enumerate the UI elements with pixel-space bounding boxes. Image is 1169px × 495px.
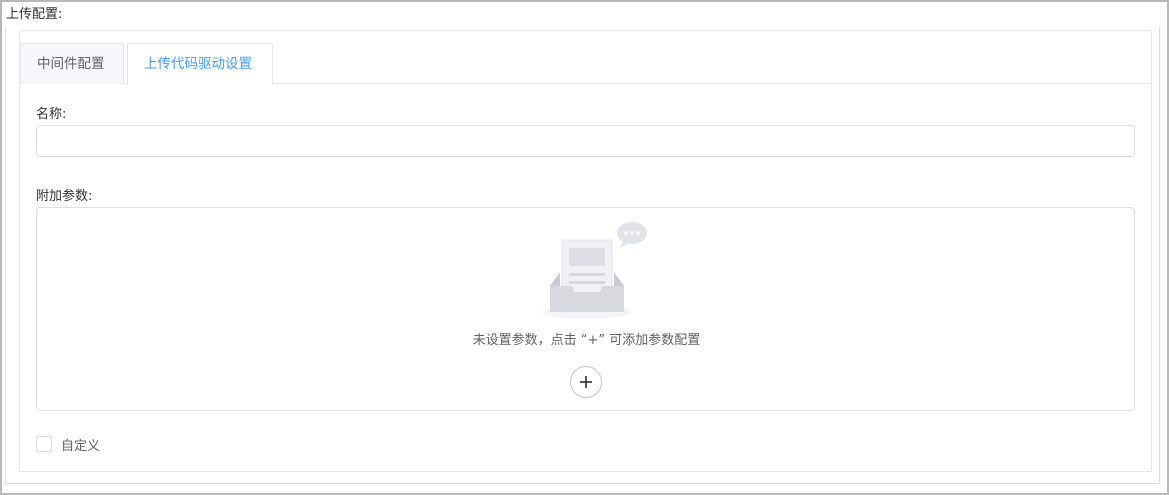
plus-icon	[580, 376, 592, 388]
params-empty-box: 未设置参数，点击 “+” 可添加参数配置	[36, 207, 1135, 411]
section-title: 上传配置:	[6, 7, 63, 22]
custom-checkbox-label[interactable]: 自定义	[61, 435, 100, 454]
tab-upload-driver-settings[interactable]: 上传代码驱动设置	[127, 43, 273, 85]
empty-message: 未设置参数，点击 “+” 可添加参数配置	[472, 333, 701, 348]
config-panel: 中间件配置 上传代码驱动设置 名称: 附加参数: 未设置参数，点击 “+” 可添…	[19, 30, 1152, 472]
custom-checkbox[interactable]	[36, 436, 52, 452]
tab-middleware-config[interactable]: 中间件配置	[20, 43, 124, 84]
params-label: 附加参数:	[36, 189, 93, 204]
custom-checkbox-row: 自定义	[36, 435, 100, 454]
empty-inbox-icon	[543, 222, 647, 319]
frame-divider	[5, 483, 1160, 484]
add-param-button[interactable]	[570, 366, 602, 398]
name-label: 名称:	[36, 107, 67, 122]
tab-bar: 中间件配置 上传代码驱动设置	[20, 43, 1151, 85]
name-input[interactable]	[36, 125, 1135, 157]
